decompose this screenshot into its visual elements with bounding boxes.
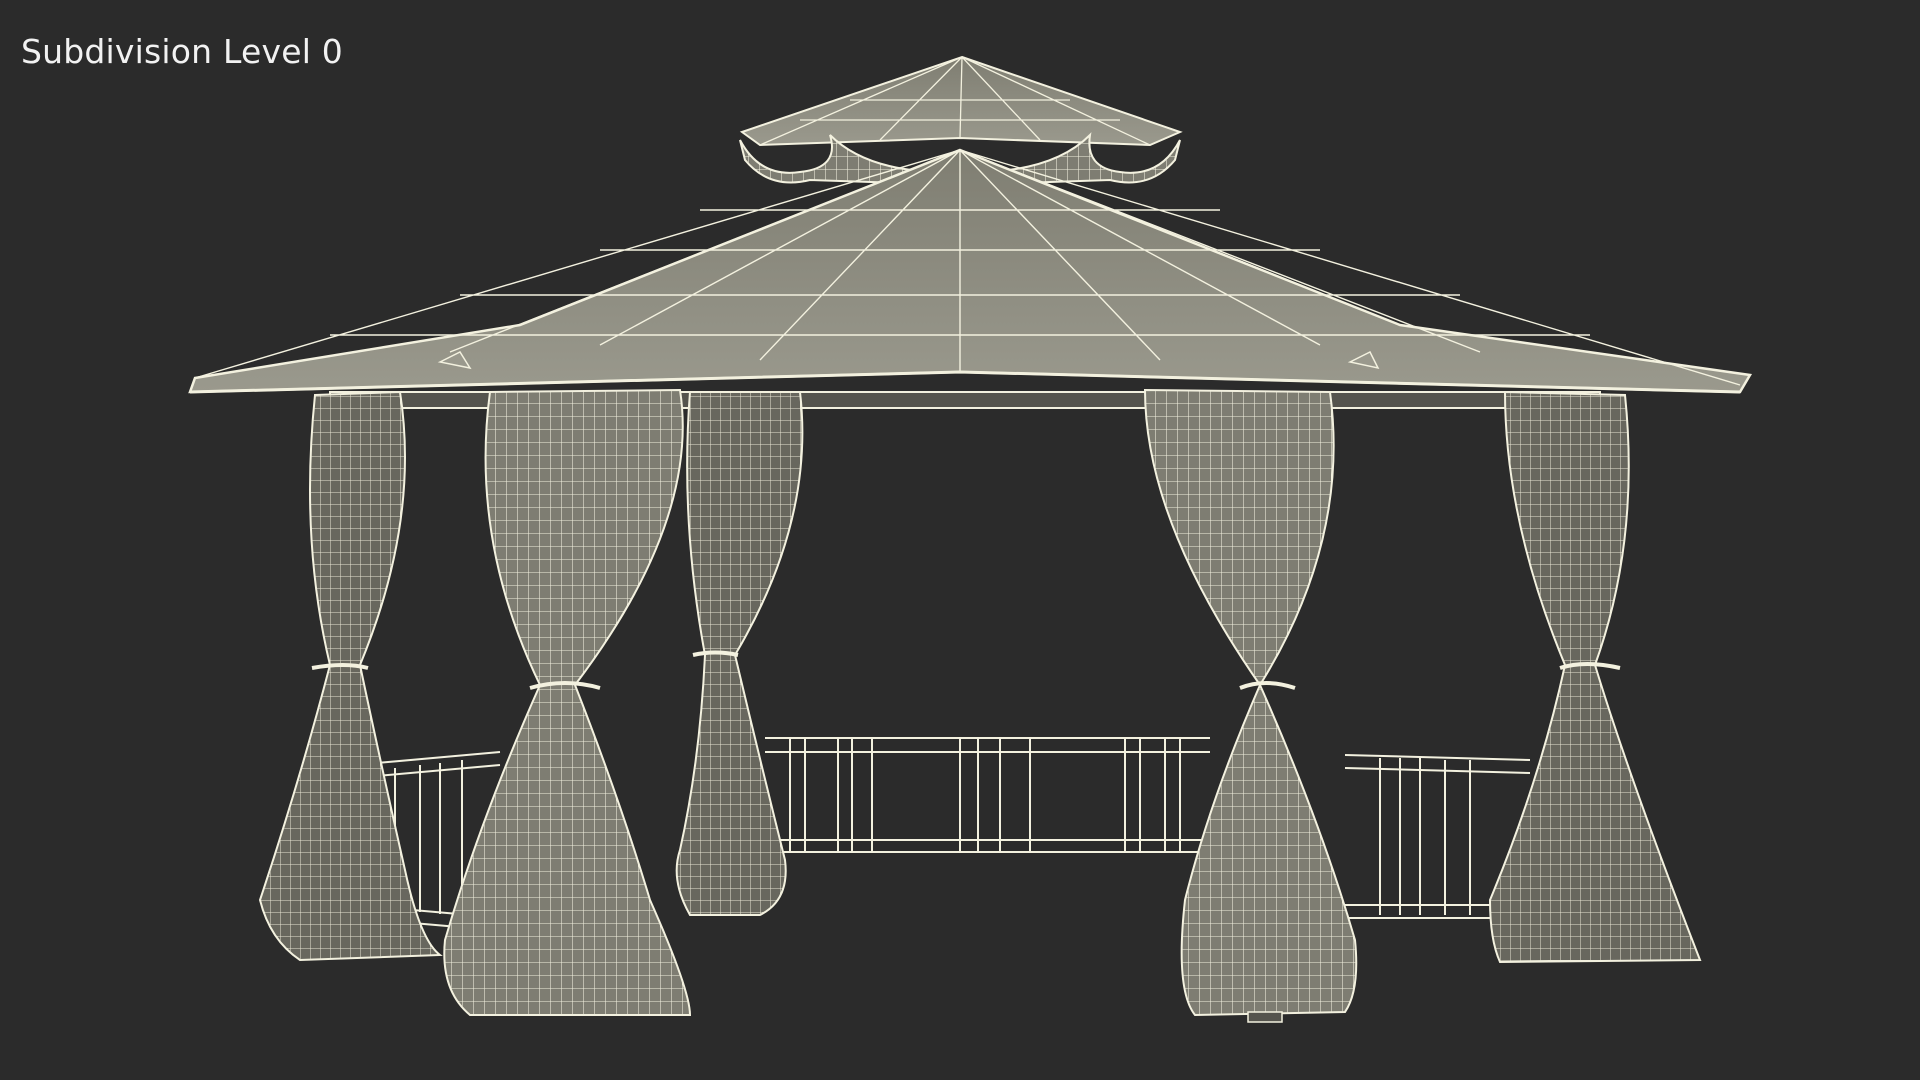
viewport: Subdivision Level 0 — [0, 0, 1920, 1080]
post-bases — [1247, 1011, 1283, 1023]
curtain-ties — [311, 650, 1621, 690]
subdivision-level-label: Subdivision Level 0 — [21, 32, 343, 71]
curtain-far-left — [258, 390, 443, 962]
gazebo-render — [188, 55, 1753, 1023]
curtain-far-right — [1488, 390, 1702, 964]
curtain-right — [1143, 388, 1358, 1017]
curtain-left — [443, 388, 692, 1016]
main-roof — [188, 148, 1753, 394]
back-fence — [765, 737, 1210, 853]
curtains — [258, 388, 1702, 1017]
